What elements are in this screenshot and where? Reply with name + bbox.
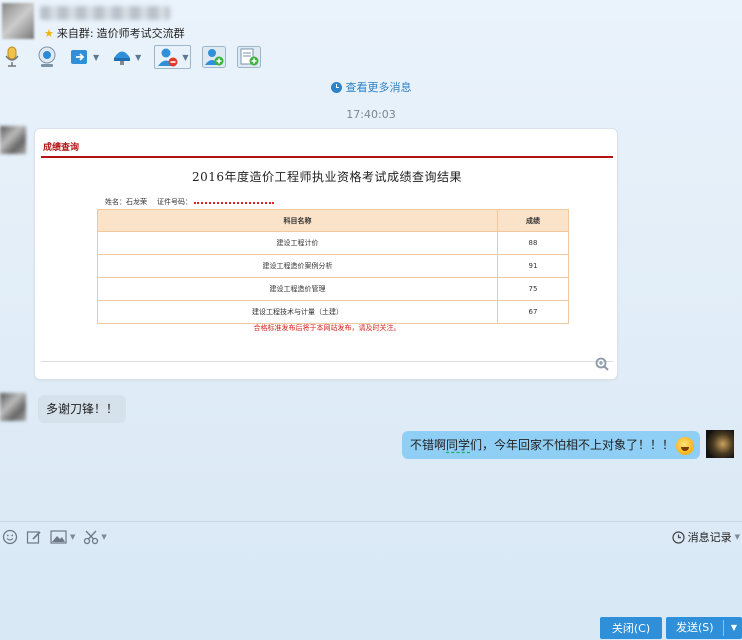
send-button[interactable]: 发送(S) ▼ — [666, 617, 742, 639]
zoom-in-icon[interactable] — [595, 357, 609, 371]
score-result-screenshot[interactable]: 成绩查询 2016年度造价工程师执业资格考试成绩查询结果 姓名：石龙荣 证件号码… — [41, 135, 613, 375]
chevron-down-icon[interactable]: ▼ — [70, 533, 75, 541]
remote-assist-button[interactable]: ▼ — [112, 44, 141, 70]
text-message-self[interactable]: 不错啊同学们，今年回家不怕相不上对象了！！！ — [402, 431, 701, 459]
chat-toolbar: ▼ ▼ ▼ — [0, 44, 268, 70]
chevron-down-icon[interactable]: ▼ — [93, 53, 99, 62]
clock-icon — [330, 81, 342, 93]
group-note-button[interactable] — [237, 44, 262, 70]
column-header-score: 成绩 — [497, 209, 569, 232]
message-text-part: 们，今年回家不怕相不上对象了！！！ — [470, 438, 675, 452]
emoji-button[interactable] — [2, 527, 18, 547]
score-note: 合格标准发布后将于本网站发布，请及时关注。 — [253, 324, 401, 332]
input-divider — [0, 521, 742, 522]
close-button[interactable]: 关闭(C) — [600, 617, 662, 639]
group-name[interactable]: 造价师考试交流群 — [97, 25, 185, 41]
close-button-label: 关闭(C) — [611, 622, 651, 635]
score-cell: 75 — [497, 277, 569, 301]
score-page-title: 2016年度造价工程师执业资格考试成绩查询结果 — [191, 170, 463, 184]
table-row: 建设工程造价案例分析 91 — [97, 254, 569, 278]
chevron-down-icon[interactable]: ▼ — [135, 53, 141, 62]
font-style-button[interactable] — [26, 527, 42, 547]
webcam-icon — [38, 46, 56, 67]
name-label: 姓名： — [105, 198, 126, 206]
id-number-redacted — [194, 200, 274, 204]
view-more-messages-link[interactable]: 查看更多消息 — [0, 79, 742, 95]
message-timestamp: 17:40:03 — [346, 108, 396, 121]
sender-avatar[interactable] — [0, 393, 26, 421]
contact-name-redacted — [40, 6, 170, 20]
subject-cell: 建设工程造价案例分析 — [97, 254, 498, 278]
score-table: 科目名称 成绩 建设工程计价 88 建设工程造价案例分析 91 建设工程造价管理… — [97, 209, 569, 324]
column-header-subject: 科目名称 — [97, 209, 498, 232]
page-divider — [41, 361, 613, 362]
score-page-header: 成绩查询 — [41, 135, 613, 158]
self-avatar[interactable] — [706, 430, 734, 458]
table-row: 建设工程技术与计量（土建） 67 — [97, 300, 569, 324]
group-prefix: 来自群: — [56, 27, 94, 40]
message-text-part: 同学 — [446, 438, 471, 452]
screenshot-button[interactable]: ▼ — [83, 527, 107, 547]
send-image-button[interactable]: ▼ — [50, 527, 75, 547]
table-row: 建设工程造价管理 75 — [97, 277, 569, 301]
video-call-button[interactable] — [37, 44, 57, 70]
chevron-down-icon[interactable]: ▼ — [735, 533, 740, 541]
id-label: 证件号码： — [157, 198, 192, 206]
message-text: 多谢刀锋！！ — [46, 402, 119, 416]
message-history-button[interactable]: 消息记录 ▼ — [672, 527, 740, 547]
subject-cell: 建设工程计价 — [97, 231, 498, 255]
table-row: 建设工程计价 88 — [97, 231, 569, 255]
history-clock-icon — [672, 530, 685, 544]
text-message[interactable]: 多谢刀锋！！ — [38, 395, 127, 423]
score-cell: 91 — [497, 254, 569, 278]
note-add-icon — [237, 46, 262, 68]
score-cell: 67 — [497, 300, 569, 324]
smiley-icon — [2, 529, 18, 545]
chevron-down-icon[interactable]: ▼ — [101, 533, 106, 541]
candidate-info: 姓名：石龙荣 证件号码： — [105, 197, 274, 207]
microphone-icon — [5, 46, 19, 67]
scissors-icon — [84, 530, 99, 545]
user-remove-icon — [158, 48, 178, 67]
laughing-emoji-icon — [676, 436, 695, 455]
send-button-label: 发送(S) — [676, 621, 714, 634]
edit-text-icon — [26, 531, 41, 544]
group-source: ★ 来自群: 造价师考试交流群 — [44, 25, 185, 41]
input-toolbar: ▼ ▼ — [0, 527, 115, 547]
chevron-down-icon[interactable]: ▼ — [731, 623, 737, 632]
image-icon — [50, 530, 67, 544]
user-add-icon — [202, 46, 227, 68]
image-message[interactable]: 成绩查询 2016年度造价工程师执业资格考试成绩查询结果 姓名：石龙荣 证件号码… — [34, 128, 618, 380]
voice-call-button[interactable] — [4, 44, 20, 70]
score-cell: 88 — [497, 231, 569, 255]
send-file-button[interactable]: ▼ — [70, 44, 99, 70]
chat-header: ★ 来自群: 造价师考试交流群 ▼ ▼ ▼ — [0, 0, 742, 74]
star-icon: ★ — [44, 26, 54, 40]
sender-avatar[interactable] — [0, 126, 26, 154]
history-label: 消息记录 — [687, 531, 732, 544]
folder-send-icon — [71, 50, 87, 64]
add-member-button[interactable] — [202, 44, 227, 70]
chevron-down-icon[interactable]: ▼ — [182, 53, 188, 62]
subject-cell: 建设工程技术与计量（土建） — [97, 300, 498, 324]
contact-avatar[interactable] — [2, 3, 34, 39]
message-text-part: 不错啊 — [410, 438, 447, 452]
subject-cell: 建设工程造价管理 — [97, 277, 498, 301]
remove-member-button[interactable]: ▼ — [154, 45, 192, 69]
view-more-label: 查看更多消息 — [345, 81, 412, 94]
remote-desktop-icon — [114, 51, 131, 65]
name-value: 石龙荣 — [126, 198, 147, 206]
table-header-row: 科目名称 成绩 — [97, 209, 569, 232]
send-divider — [723, 620, 724, 636]
